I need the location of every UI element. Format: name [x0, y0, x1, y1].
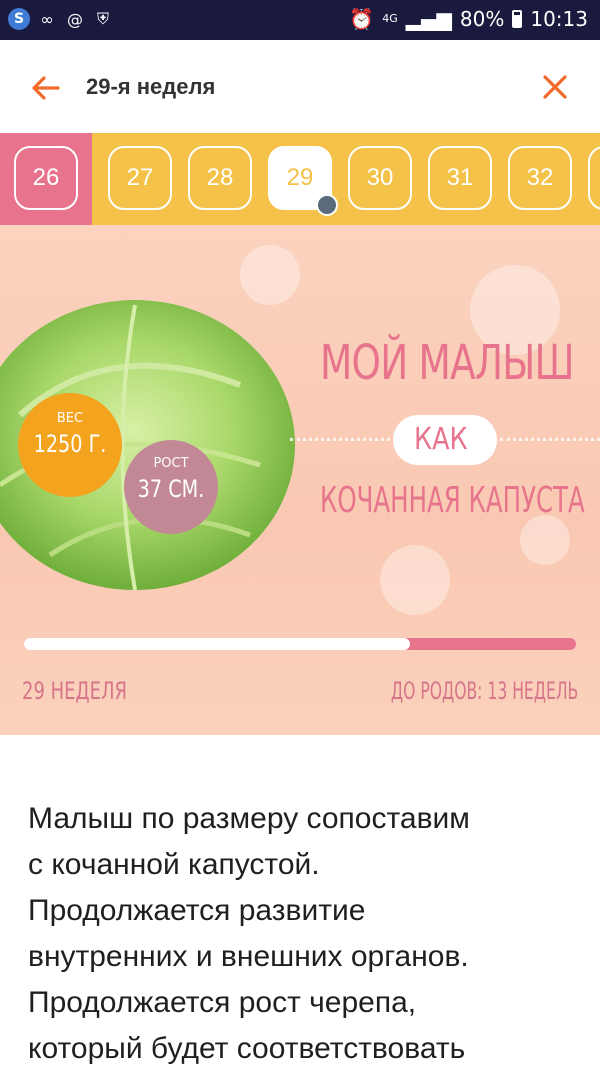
alarm-icon: ⏰ — [349, 7, 375, 31]
height-value: 37 СМ. — [137, 475, 205, 503]
week-button-29[interactable]: 29 — [268, 146, 338, 216]
weeks-remaining-label: ДО РОДОВ: 13 НЕДЕЛЬ — [390, 677, 578, 705]
week-button-32[interactable]: 32 — [508, 146, 572, 210]
week-button-27[interactable]: 27 — [108, 146, 172, 210]
back-arrow-icon[interactable] — [28, 70, 64, 106]
link-icon: ∞ — [40, 9, 54, 29]
description-line: внутренних и внешних органов. — [28, 940, 469, 973]
height-label: РОСТ — [153, 456, 189, 471]
week-button-next[interactable] — [588, 146, 600, 210]
description-line: Продолжается рост черепа, — [28, 986, 417, 1019]
week-button-31[interactable]: 31 — [428, 146, 492, 210]
pregnancy-progress-bar — [24, 638, 576, 650]
system-icons: ⏰ 4G ▂▄▆ 80% 10:13 — [349, 7, 588, 31]
status-bar: S ∞ @ ⛨ ⏰ 4G ▂▄▆ 80% 10:13 — [0, 0, 600, 40]
shield-icon: ⛨ — [96, 9, 109, 28]
description-line: с кочанной капустой. — [28, 848, 320, 881]
week-button-30[interactable]: 30 — [348, 146, 412, 210]
fruit-name: КОЧАННАЯ КАПУСТА — [320, 480, 585, 521]
app-header: 29-я неделя — [0, 40, 600, 133]
network-type: 4G — [382, 12, 398, 25]
bokeh — [520, 515, 570, 565]
battery-percent: 80% — [459, 7, 505, 31]
s-icon: S — [8, 8, 30, 30]
height-badge: РОСТ 37 СМ. — [124, 440, 218, 534]
weight-value: 1250 Г. — [33, 430, 107, 458]
description-line: Продолжается развитие — [28, 894, 366, 927]
bokeh — [380, 545, 450, 615]
notification-icons: S ∞ @ ⛨ — [8, 8, 114, 30]
description-line: Малыш по размеру сопоставим — [28, 802, 470, 835]
week-hero-banner: МОЙ МАЛЫШ КАК КОЧАННАЯ КАПУСТА ВЕС 1250 … — [0, 225, 600, 735]
compare-word: КАК — [414, 422, 468, 457]
week-button-26[interactable]: 26 — [14, 146, 78, 210]
avatar — [316, 194, 338, 216]
hero-title: МОЙ МАЛЫШ — [320, 335, 575, 391]
current-week-label: 29 НЕДЕЛЯ — [22, 677, 128, 705]
progress-fill — [24, 638, 411, 650]
week-button-28[interactable]: 28 — [188, 146, 252, 210]
signal-icon: ▂▄▆ — [405, 7, 452, 31]
weight-label: ВЕС — [56, 411, 84, 426]
dotted-divider — [290, 438, 390, 441]
week-description: Малыш по размеру сопоставим с кочанной к… — [28, 796, 573, 1072]
dotted-divider — [500, 438, 600, 441]
page-title: 29-я неделя — [86, 74, 216, 99]
week-number: 29 — [286, 164, 314, 191]
close-icon[interactable] — [540, 72, 570, 102]
at-icon: @ — [67, 9, 83, 29]
description-line: который будет соответствовать — [28, 1032, 466, 1065]
battery-icon — [512, 10, 523, 28]
week-selector: 26 27 28 29 30 31 32 — [0, 133, 600, 225]
clock: 10:13 — [530, 7, 588, 31]
weight-badge: ВЕС 1250 Г. — [18, 393, 122, 497]
